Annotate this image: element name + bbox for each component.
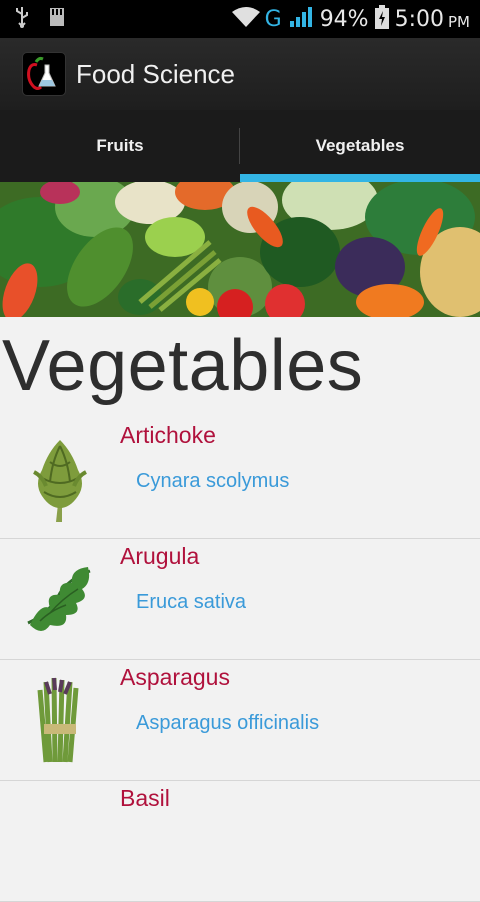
- item-name: Artichoke: [120, 422, 216, 448]
- item-name: Asparagus: [120, 664, 230, 690]
- arugula-icon: [20, 553, 100, 645]
- item-scientific-name: Eruca sativa: [136, 591, 247, 613]
- action-bar: Food Science: [0, 38, 480, 110]
- tab-selected-indicator: [240, 174, 480, 182]
- clock-ampm: PM: [448, 13, 470, 31]
- clock: 5:00: [394, 6, 444, 32]
- tab-fruits-label: Fruits: [96, 136, 144, 155]
- list-item[interactable]: Artichoke Cynara scolymus: [0, 418, 480, 539]
- basil-icon: [20, 795, 100, 887]
- signal-icon: [288, 6, 314, 32]
- list-item[interactable]: Asparagus Asparagus officinalis: [0, 660, 480, 781]
- section-title: Vegetables: [2, 326, 364, 406]
- usb-icon: [14, 6, 30, 32]
- battery-charging-icon: [374, 5, 389, 33]
- list-item[interactable]: Arugula Eruca sativa: [0, 539, 480, 660]
- tab-vegetables[interactable]: Vegetables: [240, 110, 480, 182]
- network-type: G: [264, 6, 282, 32]
- tab-fruits[interactable]: Fruits: [0, 110, 240, 182]
- tab-bar: Fruits Vegetables: [0, 110, 480, 182]
- artichoke-icon: [20, 432, 100, 524]
- asparagus-icon: [20, 674, 100, 766]
- sdcard-icon: [48, 6, 66, 32]
- vegetables-banner-image: [0, 182, 480, 317]
- status-bar: G 94% 5:00 PM: [0, 0, 480, 38]
- battery-percent: 94%: [319, 6, 369, 32]
- tab-vegetables-label: Vegetables: [315, 136, 405, 155]
- wifi-icon: [231, 6, 261, 32]
- item-name: Arugula: [120, 543, 200, 569]
- app-title: Food Science: [76, 58, 235, 89]
- item-scientific-name: Cynara scolymus: [136, 470, 290, 492]
- item-name: Basil: [120, 785, 170, 811]
- app-logo-icon[interactable]: [22, 52, 66, 96]
- list-item[interactable]: Basil: [0, 781, 480, 902]
- vegetable-list: Artichoke Cynara scolymus Arugula Eruca …: [0, 418, 480, 902]
- item-scientific-name: Asparagus officinalis: [136, 712, 320, 734]
